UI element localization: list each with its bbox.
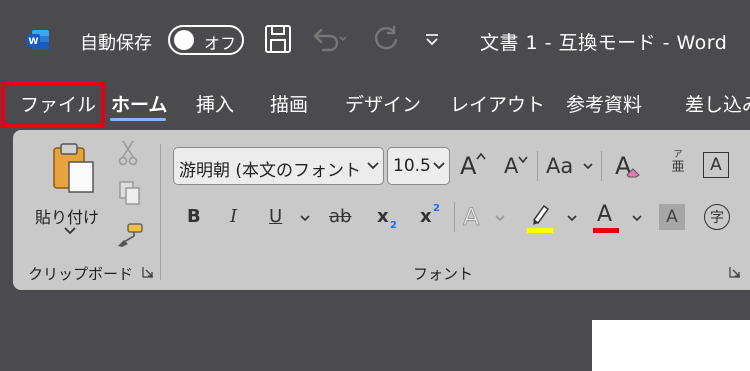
paste-icon[interactable]: [50, 142, 98, 202]
document-page[interactable]: [592, 320, 750, 371]
phonetic-top: ア: [673, 150, 683, 160]
paste-dropdown-icon[interactable]: [64, 227, 76, 235]
clipboard-launcher-icon[interactable]: [142, 266, 154, 278]
copy-icon[interactable]: [118, 180, 142, 206]
format-painter-icon[interactable]: [116, 222, 144, 248]
active-tab-indicator: [110, 118, 166, 121]
chevron-down-icon: [367, 162, 379, 170]
phonetic-bottom: 亜: [671, 160, 685, 175]
font-name-select[interactable]: 游明朝 (本文のフォント: [173, 147, 384, 185]
text-effects-button[interactable]: A: [462, 203, 479, 232]
file-tab-highlight-box: [1, 81, 105, 127]
tab-insert[interactable]: 挿入: [196, 90, 234, 117]
subscript-button[interactable]: x: [377, 206, 389, 227]
separator: [454, 202, 455, 232]
font-color-swatch: [593, 228, 619, 233]
character-shading-label: A: [666, 207, 678, 227]
cut-icon[interactable]: [118, 140, 138, 166]
caret-up-icon: [476, 152, 486, 160]
undo-icon[interactable]: [308, 24, 348, 56]
chevron-down-icon[interactable]: [583, 163, 593, 170]
highlight-icon[interactable]: [526, 202, 554, 234]
tab-draw[interactable]: 描画: [270, 90, 308, 117]
separator: [601, 151, 602, 181]
autosave-state: オフ: [204, 34, 237, 53]
grow-font-button[interactable]: A: [460, 152, 476, 180]
clipboard-group-label: クリップボード: [28, 265, 134, 283]
save-icon[interactable]: [264, 24, 292, 54]
superscript-button[interactable]: x: [420, 206, 432, 227]
change-case-button[interactable]: Aa: [546, 154, 573, 178]
word-logo-letter: W: [29, 37, 39, 47]
shrink-font-button[interactable]: A: [504, 154, 518, 178]
tab-mailings[interactable]: 差し込み: [685, 90, 750, 117]
font-name-value: 游明朝 (本文のフォント: [179, 161, 362, 181]
font-color-button[interactable]: A: [597, 202, 612, 227]
enclose-characters-label: 字: [710, 210, 724, 226]
strikethrough-button[interactable]: ab: [329, 206, 351, 227]
enclose-characters-button[interactable]: 字: [704, 204, 730, 230]
tab-layout[interactable]: レイアウト: [450, 90, 545, 117]
separator: [537, 151, 538, 181]
caret-down-icon: [518, 156, 528, 164]
tab-design[interactable]: デザイン: [345, 90, 421, 117]
group-separator: [160, 144, 161, 280]
character-border-label: A: [710, 155, 722, 175]
paste-label[interactable]: 貼り付け: [35, 204, 99, 228]
chevron-down-icon[interactable]: [495, 215, 505, 222]
font-size-select[interactable]: 10.5: [387, 147, 450, 185]
chevron-down-icon: [433, 162, 445, 170]
autosave-label: 自動保存: [80, 33, 152, 54]
redo-icon[interactable]: [370, 24, 402, 56]
tab-home[interactable]: ホーム: [111, 90, 167, 117]
ribbon-home: 貼り付け クリップボード 游明朝 (本文のフォント 10.5 A A Aa A …: [13, 130, 750, 290]
character-border-button[interactable]: A: [703, 152, 729, 178]
underline-style-dropdown-icon[interactable]: [300, 215, 310, 222]
bold-button[interactable]: B: [187, 206, 201, 227]
underline-button[interactable]: U: [269, 206, 282, 227]
superscript-mark: 2: [433, 203, 440, 214]
italic-button[interactable]: I: [230, 206, 237, 227]
word-app-icon[interactable]: W: [26, 28, 50, 52]
font-launcher-icon[interactable]: [729, 266, 741, 278]
font-size-value: 10.5: [393, 156, 431, 176]
document-title: 文書 1 - 互換モード - Word: [480, 32, 728, 54]
font-group-label: フォント: [413, 265, 474, 283]
toggle-knob: [174, 30, 194, 50]
eraser-icon: [626, 168, 640, 178]
title-bar: W 自動保存 オフ 文書 1 - 互換モード - Word: [0, 0, 750, 80]
phonetic-guide-button[interactable]: ア 亜: [667, 150, 689, 175]
chevron-down-icon[interactable]: [567, 215, 577, 222]
tab-references[interactable]: 参考資料: [566, 90, 642, 117]
character-shading-button[interactable]: A: [659, 204, 685, 230]
subscript-mark: 2: [390, 220, 397, 231]
autosave-toggle[interactable]: オフ: [168, 25, 244, 55]
customize-qat-icon[interactable]: [424, 34, 440, 46]
chevron-down-icon[interactable]: [632, 215, 642, 222]
